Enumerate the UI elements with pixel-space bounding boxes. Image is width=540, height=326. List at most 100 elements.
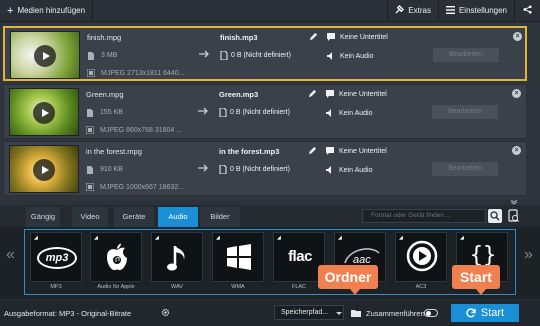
- remove-file-icon[interactable]: ×: [513, 32, 522, 41]
- merge-toggle[interactable]: [424, 309, 438, 317]
- start-callout-tail: [476, 289, 486, 295]
- subtitle-selector[interactable]: Keine Untertitel: [327, 33, 388, 41]
- format-tabs-bar: Gängig Video Geräte Audio Bilder Format …: [0, 205, 540, 227]
- subtitle-icon: [326, 90, 334, 98]
- format-card-wav[interactable]: ◢: [151, 232, 203, 282]
- remove-file-icon[interactable]: ×: [512, 146, 521, 155]
- format-label: WMA: [231, 284, 245, 290]
- file-name: Green.mpg: [86, 90, 124, 99]
- tab-video[interactable]: Video: [72, 207, 108, 227]
- edit-pencil-icon[interactable]: [308, 89, 317, 98]
- file-info: MJPEG 860x768 31804 ...: [100, 127, 183, 134]
- expand-arrow-icon: ◢: [338, 235, 342, 241]
- subtitle-selector[interactable]: Keine Untertitel: [326, 90, 387, 98]
- folder-icon[interactable]: [351, 309, 361, 317]
- file-name: in the forest.mpg: [86, 147, 142, 156]
- scroll-left-icon[interactable]: «: [6, 246, 15, 264]
- remove-file-icon[interactable]: ×: [512, 89, 521, 98]
- ac3-icon: [406, 240, 438, 272]
- film-icon: [87, 69, 95, 77]
- apple-icon: [107, 243, 127, 271]
- edit-button[interactable]: Bearbeiten: [432, 162, 498, 176]
- tab-devices[interactable]: Geräte: [114, 207, 154, 227]
- file-row[interactable]: Green.mpg 155 KB MJPEG 860x768 31804 ...…: [3, 84, 527, 139]
- expand-arrow-icon: ◢: [460, 235, 464, 241]
- expand-arrow-icon: ◢: [155, 235, 159, 241]
- windows-icon: [227, 244, 251, 270]
- play-icon[interactable]: [33, 159, 55, 181]
- start-callout: Start: [452, 265, 500, 289]
- format-card-wma[interactable]: ◢: [212, 232, 264, 282]
- format-card-apple[interactable]: ◢: [90, 232, 142, 282]
- convert-arrow-icon: [199, 50, 209, 58]
- audio-selector[interactable]: Kein Audio: [326, 109, 372, 117]
- edit-button[interactable]: Bearbeiten: [432, 105, 498, 119]
- expand-arrow-icon: ◢: [34, 235, 38, 241]
- start-button[interactable]: Start: [451, 304, 519, 322]
- start-label: Start: [480, 307, 505, 319]
- file-name: finish.mpg: [87, 33, 122, 42]
- format-card-mp3[interactable]: ◢ mp3: [30, 232, 82, 282]
- edit-button[interactable]: Bearbeiten: [433, 48, 499, 62]
- audio-label: Kein Audio: [339, 166, 373, 174]
- edit-pencil-icon[interactable]: [309, 32, 318, 41]
- file-size: 910 KB: [100, 166, 123, 173]
- file-icon: [87, 166, 93, 174]
- mp3-icon: mp3: [37, 247, 77, 269]
- format-card-ac3[interactable]: ◢: [395, 232, 447, 282]
- audio-label: Kein Audio: [340, 52, 374, 60]
- menu-icon: [445, 5, 455, 16]
- audio-label: Kein Audio: [339, 109, 373, 117]
- subtitle-selector[interactable]: Keine Untertitel: [326, 147, 387, 155]
- convert-arrow-icon: [198, 107, 208, 115]
- expand-arrow-icon: ◢: [216, 235, 220, 241]
- add-media-button[interactable]: + Medien hinzufügen: [0, 0, 92, 22]
- play-icon[interactable]: [33, 102, 55, 124]
- scroll-right-icon[interactable]: »: [524, 246, 533, 264]
- format-search-input[interactable]: Format oder Gerät finden...: [362, 209, 486, 223]
- output-name: in the forest.mp3: [219, 147, 280, 156]
- tools-icon: [395, 5, 405, 16]
- film-icon: [86, 126, 94, 134]
- video-thumbnail[interactable]: [9, 145, 79, 193]
- file-row[interactable]: in the forest.mpg 910 KB MJPEG 1000x667 …: [3, 141, 527, 196]
- tab-images[interactable]: Bilder: [200, 207, 240, 227]
- folder-callout-tail: [350, 289, 360, 295]
- file-icon: [87, 109, 93, 117]
- edit-pencil-icon[interactable]: [308, 146, 317, 155]
- output-size: 0 B (Nicht definiert): [230, 166, 290, 173]
- tab-audio[interactable]: Audio: [158, 207, 198, 227]
- share-icon: [523, 5, 532, 16]
- chevron-down-icon[interactable]: [336, 312, 342, 315]
- share-button[interactable]: [515, 0, 540, 22]
- subtitle-icon: [326, 147, 334, 155]
- tab-popular[interactable]: Gängig: [26, 207, 60, 227]
- play-icon[interactable]: [34, 45, 56, 67]
- add-media-label: Medien hinzufügen: [17, 6, 86, 15]
- format-label: Audio für Apple: [97, 284, 135, 290]
- video-thumbnail[interactable]: [10, 31, 80, 79]
- device-detect-icon[interactable]: [506, 209, 520, 223]
- music-note-icon: [167, 246, 185, 271]
- format-label: MP3: [50, 284, 62, 290]
- file-row[interactable]: finish.mpg 3 MB MJPEG 2713x1811 6440... …: [3, 26, 527, 81]
- extras-button[interactable]: Extras: [388, 0, 438, 22]
- file-icon: [219, 165, 227, 174]
- film-icon: [86, 183, 94, 191]
- file-icon: [88, 52, 94, 60]
- toolbar-divider: [92, 0, 94, 22]
- gear-icon[interactable]: [161, 308, 170, 317]
- save-path-select[interactable]: Speicherpfad...: [274, 305, 344, 320]
- audio-selector[interactable]: Kein Audio: [326, 166, 372, 174]
- plus-icon: +: [7, 4, 14, 17]
- file-size: 3 MB: [101, 52, 118, 59]
- audio-selector[interactable]: Kein Audio: [327, 52, 373, 60]
- flac-icon: flac: [288, 248, 312, 265]
- speaker-icon: [327, 52, 332, 60]
- file-list: finish.mpg 3 MB MJPEG 2713x1811 6440... …: [0, 22, 540, 200]
- subtitle-icon: [327, 33, 335, 41]
- video-thumbnail[interactable]: [9, 88, 79, 136]
- search-icon[interactable]: [488, 209, 502, 223]
- file-size: 155 KB: [100, 109, 123, 116]
- settings-button[interactable]: Einstellungen: [439, 0, 514, 22]
